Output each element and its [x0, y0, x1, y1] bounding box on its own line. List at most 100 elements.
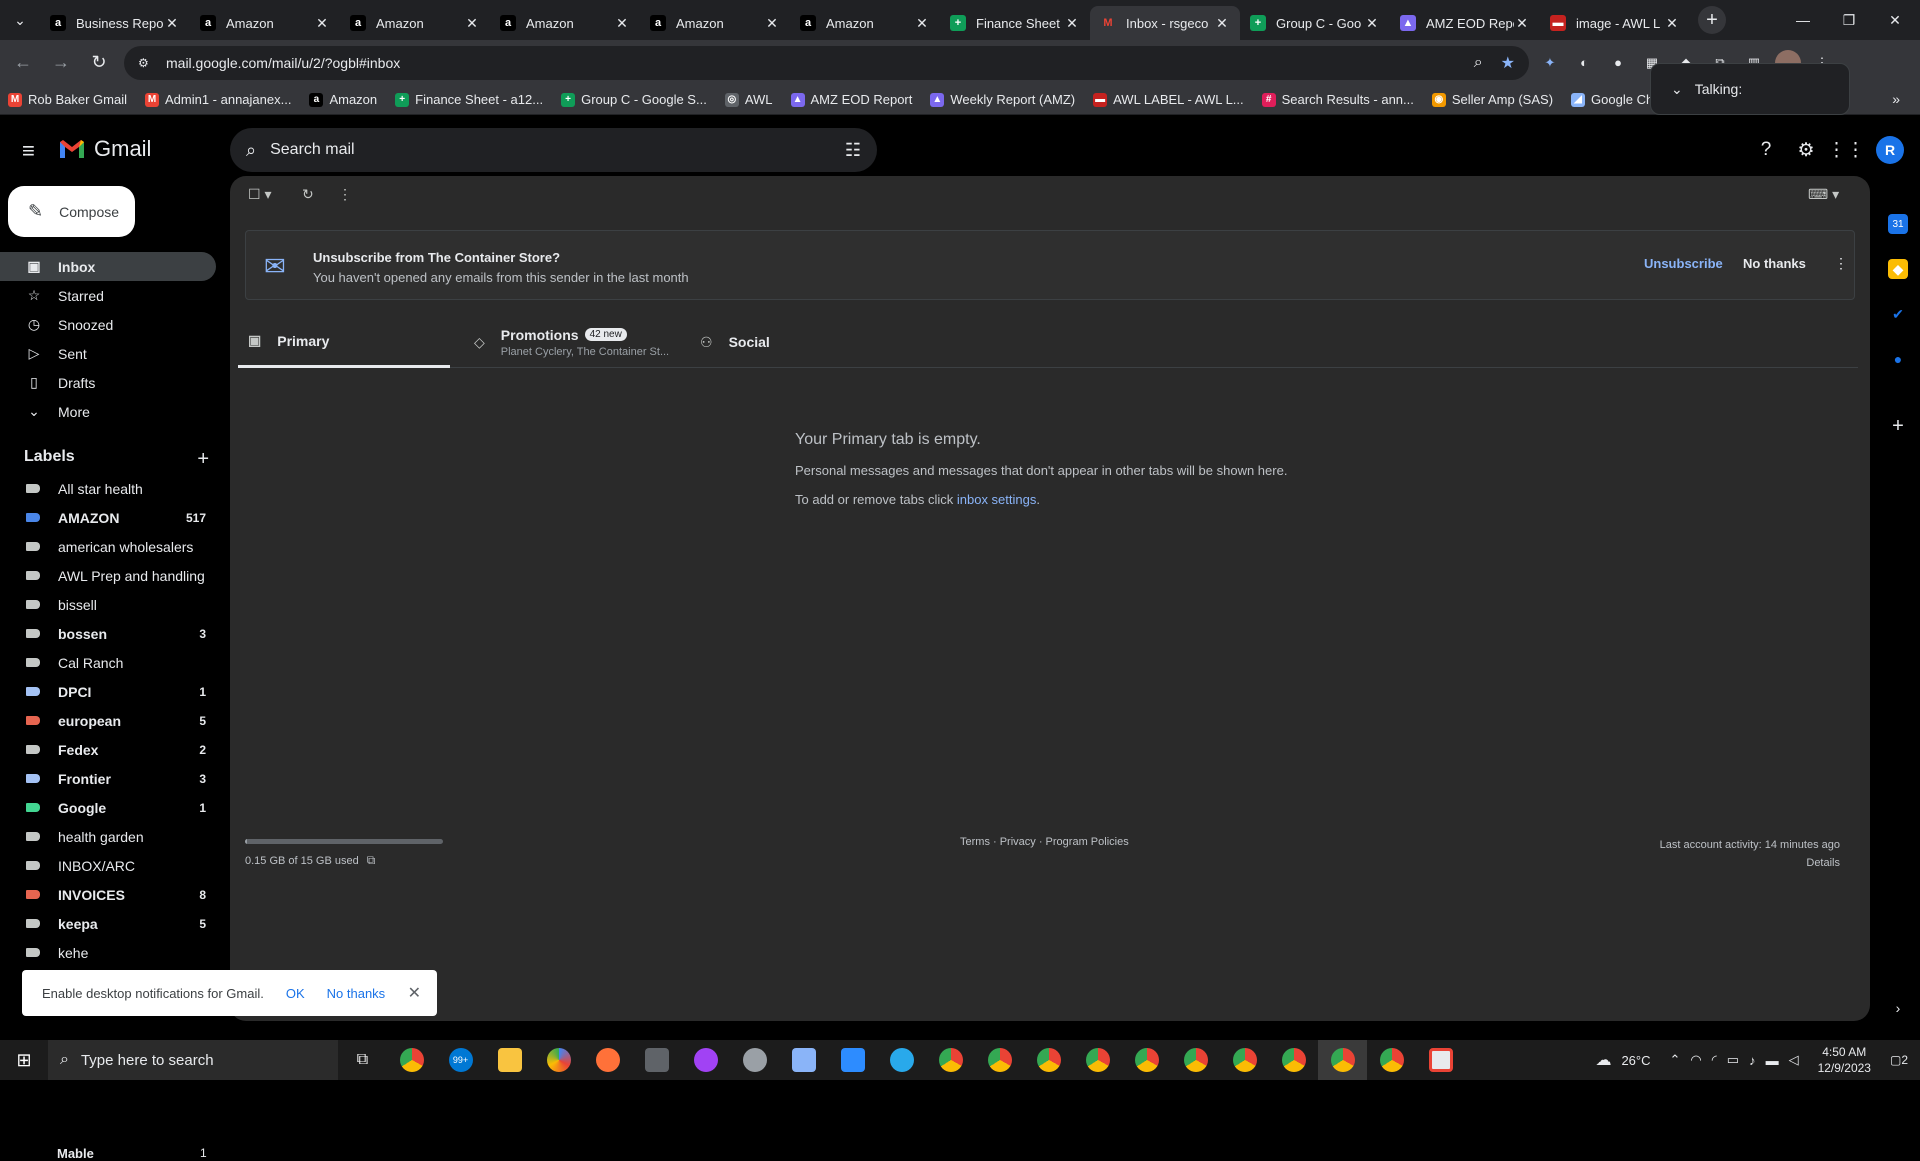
bookmark-star-icon[interactable]: ★	[1501, 53, 1515, 73]
browser-tab[interactable]: a Amazon ✕	[190, 6, 340, 40]
tab-primary[interactable]: ▣ Primary	[238, 316, 450, 368]
browser-tab[interactable]: M Inbox - rsgeco ✕	[1090, 6, 1240, 40]
battery-icon[interactable]: ▬	[1766, 1053, 1779, 1068]
label-item[interactable]: american wholesalers	[0, 532, 216, 561]
label-item[interactable]: AMAZON 517	[0, 503, 216, 532]
account-avatar[interactable]: R	[1876, 136, 1904, 164]
app-taskbar-icon[interactable]	[681, 1040, 730, 1080]
nav-item-drafts[interactable]: ▯ Drafts	[0, 368, 216, 397]
chrome-taskbar-icon[interactable]	[975, 1040, 1024, 1080]
tab-promotions[interactable]: ◇ Promotions 42 new Planet Cyclery, The …	[474, 316, 694, 368]
label-item[interactable]: Fedex 2	[0, 735, 216, 764]
close-tab-icon[interactable]: ✕	[764, 15, 780, 32]
app-taskbar-icon[interactable]	[534, 1040, 583, 1080]
browser-tab[interactable]: + Group C - Goo ✕	[1240, 6, 1390, 40]
main-menu-icon[interactable]: ≡	[22, 138, 35, 164]
bookmark-item[interactable]: ▲ AMZ EOD Report	[790, 92, 912, 107]
input-tools-icon[interactable]: ⌨ ▾	[1808, 186, 1839, 203]
footer-links[interactable]: Terms · Privacy · Program Policies	[960, 836, 1129, 848]
calendar-icon[interactable]: 31	[1888, 214, 1908, 234]
chrome-taskbar-icon[interactable]	[1367, 1040, 1416, 1080]
notepad-icon[interactable]	[779, 1040, 828, 1080]
label-item[interactable]: AWL Prep and handling	[0, 561, 216, 590]
close-tab-icon[interactable]: ✕	[1364, 15, 1380, 32]
firefox-taskbar-icon[interactable]	[583, 1040, 632, 1080]
select-checkbox[interactable]: ☐ ▾	[248, 186, 271, 203]
label-item-partial[interactable]: Mable	[57, 1146, 94, 1161]
banner-more-icon[interactable]: ⋮	[1834, 255, 1848, 272]
reload-button[interactable]: ↻	[84, 48, 114, 78]
weather-icon[interactable]: ☁	[1595, 1050, 1611, 1070]
file-explorer-icon[interactable]	[485, 1040, 534, 1080]
expand-panel-icon[interactable]: ›	[1888, 998, 1908, 1018]
browser-tab[interactable]: a Amazon ✕	[490, 6, 640, 40]
google-apps-icon[interactable]: ⋮⋮	[1827, 138, 1865, 162]
task-view-icon[interactable]: ⧉	[338, 1040, 387, 1080]
close-window-icon[interactable]: ✕	[1872, 0, 1918, 40]
details-link[interactable]: Details	[1660, 854, 1840, 872]
bookmark-item[interactable]: a Amazon	[309, 92, 377, 107]
browser-tab[interactable]: a Amazon ✕	[640, 6, 790, 40]
taskbar-search-input[interactable]: ⌕ Type here to search	[48, 1040, 338, 1080]
nav-item-snoozed[interactable]: ◷ Snoozed	[0, 310, 216, 339]
new-tab-button[interactable]: +	[1698, 6, 1726, 34]
close-tab-icon[interactable]: ✕	[1064, 15, 1080, 32]
bookmark-item[interactable]: ◉ Seller Amp (SAS)	[1431, 92, 1553, 107]
browser-tab[interactable]: ▬ image - AWL L ✕	[1540, 6, 1690, 40]
network-icon[interactable]: ◠	[1690, 1052, 1701, 1068]
wifi-icon[interactable]: ◜	[1712, 1052, 1717, 1068]
close-tab-icon[interactable]: ✕	[164, 15, 180, 32]
close-tab-icon[interactable]: ✕	[914, 15, 930, 32]
nav-item-sent[interactable]: ▷ Sent	[0, 339, 216, 368]
chrome-taskbar-icon[interactable]	[926, 1040, 975, 1080]
browser-tab[interactable]: ▲ AMZ EOD Repo ✕	[1390, 6, 1540, 40]
chevron-down-icon[interactable]: ⌄	[1671, 81, 1683, 98]
close-tab-icon[interactable]: ✕	[614, 15, 630, 32]
bookmark-item[interactable]: + Finance Sheet - a12...	[395, 92, 543, 107]
notifications-icon[interactable]: ▢2	[1890, 1053, 1908, 1067]
chrome-taskbar-icon[interactable]	[1122, 1040, 1171, 1080]
label-item[interactable]: health garden	[0, 822, 216, 851]
restore-icon[interactable]: ❐	[1826, 0, 1872, 40]
minimize-icon[interactable]: —	[1780, 0, 1826, 40]
zoom-icon[interactable]: ⌕	[1474, 54, 1483, 72]
talking-popup[interactable]: ⌄ Talking:	[1650, 63, 1850, 115]
tab-social[interactable]: ⚇ Social	[700, 316, 860, 368]
bookmark-item[interactable]: ▲ Weekly Report (AMZ)	[930, 92, 1075, 107]
label-item[interactable]: INVOICES 8	[0, 880, 216, 909]
close-tab-icon[interactable]: ✕	[314, 15, 330, 32]
mail-taskbar-icon[interactable]: 99+	[436, 1040, 485, 1080]
label-item[interactable]: kehe	[0, 938, 216, 967]
gmail-logo[interactable]: Gmail	[58, 136, 151, 162]
windows-start-icon[interactable]: ⊞	[0, 1040, 48, 1080]
label-item[interactable]: All star health	[0, 474, 216, 503]
search-options-icon[interactable]: ☷	[845, 140, 861, 161]
url-text[interactable]: mail.google.com/mail/u/2/?ogbl#inbox	[166, 55, 1456, 71]
open-in-new-icon[interactable]: ⧉	[367, 853, 376, 868]
label-item[interactable]: DPCI 1	[0, 677, 216, 706]
chevron-up-icon[interactable]: ⌃	[1669, 1052, 1680, 1068]
back-button[interactable]: ←	[8, 48, 38, 78]
device-icon[interactable]: ▭	[1727, 1052, 1739, 1068]
tasks-icon[interactable]: ✔	[1888, 304, 1908, 324]
inbox-settings-link[interactable]: inbox settings	[957, 492, 1037, 507]
bookmark-item[interactable]: M Rob Baker Gmail	[8, 92, 127, 107]
get-addons-icon[interactable]: +	[1888, 415, 1908, 437]
browser-tab[interactable]: + Finance Sheet ✕	[940, 6, 1090, 40]
label-item[interactable]: Frontier 3	[0, 764, 216, 793]
chrome-taskbar-icon[interactable]	[1269, 1040, 1318, 1080]
extension-icon[interactable]: ●	[1605, 50, 1631, 76]
label-item[interactable]: bissell	[0, 590, 216, 619]
chrome-taskbar-icon[interactable]	[1024, 1040, 1073, 1080]
chrome-taskbar-icon[interactable]	[1171, 1040, 1220, 1080]
tab-search-icon[interactable]: ⌄	[6, 6, 34, 34]
zoom-taskbar-icon[interactable]	[828, 1040, 877, 1080]
browser-tab[interactable]: a Amazon ✕	[340, 6, 490, 40]
bookmarks-overflow-icon[interactable]: »	[1892, 91, 1900, 107]
address-bar[interactable]: ⚙ mail.google.com/mail/u/2/?ogbl#inbox ⌕…	[124, 45, 1529, 80]
more-actions-icon[interactable]: ⋮	[338, 186, 352, 203]
chrome-taskbar-icon[interactable]	[387, 1040, 436, 1080]
clock[interactable]: 4:50 AM 12/9/2023	[1818, 1044, 1871, 1076]
close-icon[interactable]: ✕	[408, 983, 421, 1003]
toast-no-thanks-button[interactable]: No thanks	[327, 986, 386, 1001]
